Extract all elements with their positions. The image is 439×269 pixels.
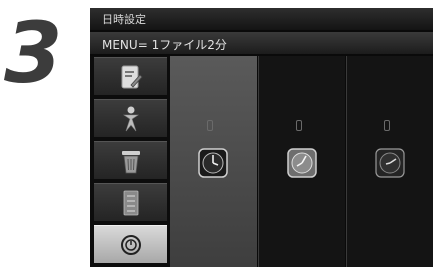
figure-icon xyxy=(123,106,139,132)
menu-title-bar: 日時設定 xyxy=(90,8,433,30)
indicator-icon xyxy=(384,120,390,131)
option-column-1[interactable] xyxy=(170,56,257,267)
menu-title: 日時設定 xyxy=(102,13,146,26)
sidebar-item-clock-setting[interactable] xyxy=(94,225,167,263)
camera-screen: 日時設定 MENU= 1ファイル2分 xyxy=(90,8,433,267)
option-column-3[interactable] xyxy=(346,56,433,267)
sidebar-item-edit[interactable] xyxy=(94,57,167,95)
clock-icon xyxy=(375,148,405,178)
indicator-icon xyxy=(296,120,302,131)
sidebar-item-figure[interactable] xyxy=(94,99,167,137)
clock-icon xyxy=(287,148,317,178)
list-icon xyxy=(123,190,139,216)
menu-subtitle-bar: MENU= 1ファイル2分 xyxy=(90,32,433,54)
clock-setting-icon xyxy=(121,235,141,255)
clock-icon xyxy=(198,148,228,178)
sidebar-item-trash[interactable] xyxy=(94,141,167,179)
sidebar-item-list[interactable] xyxy=(94,183,167,221)
menu-subtitle: MENU= 1ファイル2分 xyxy=(102,38,227,52)
step-number: 3 xyxy=(4,4,62,102)
option-column-2[interactable] xyxy=(258,56,345,267)
indicator-icon xyxy=(207,120,213,131)
trash-icon xyxy=(122,151,140,174)
option-panel xyxy=(170,56,433,267)
edit-icon xyxy=(121,65,143,89)
sidebar xyxy=(90,56,170,267)
